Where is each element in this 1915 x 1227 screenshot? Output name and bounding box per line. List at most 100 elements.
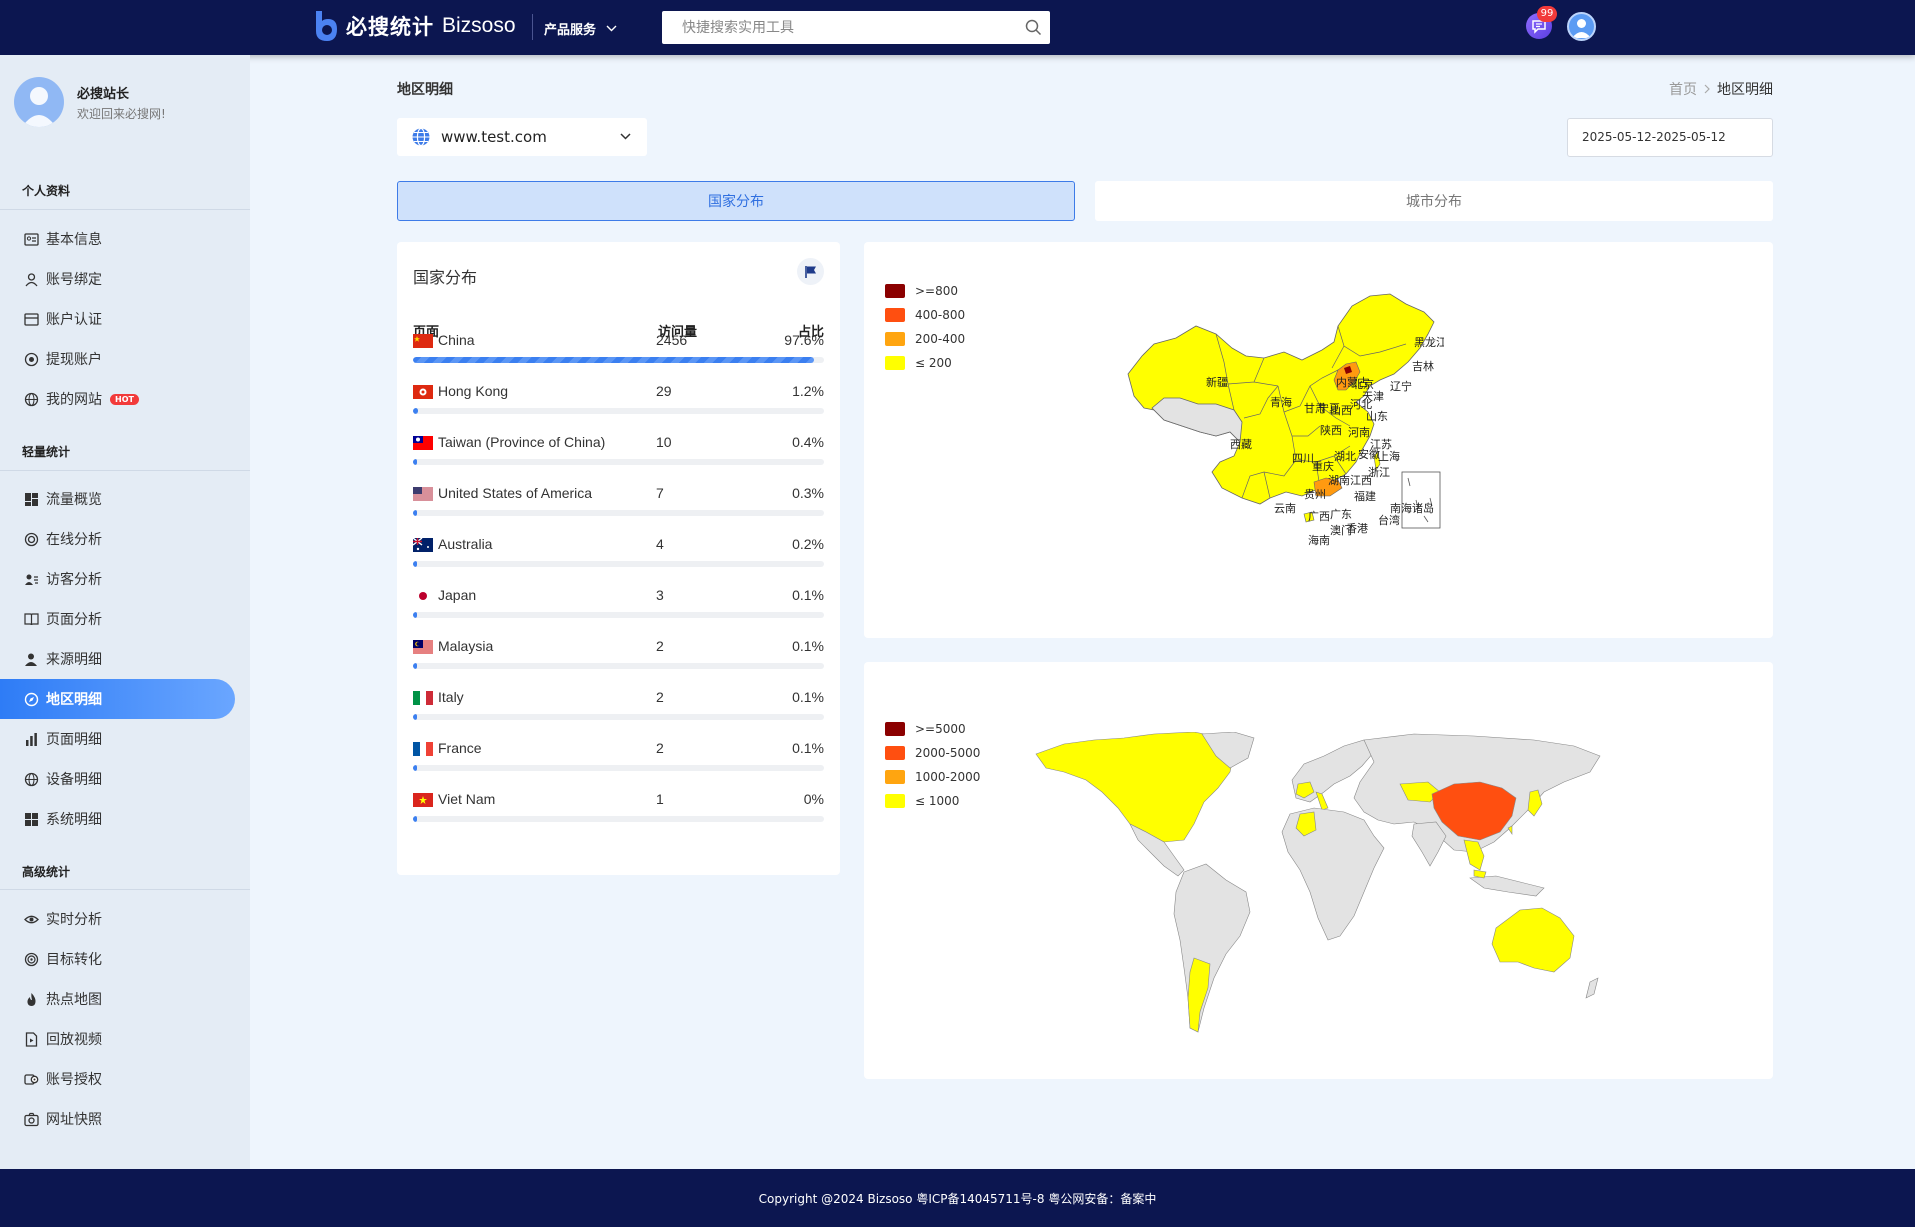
sidebar-item-account-authorization[interactable]: 账号授权	[0, 1059, 235, 1099]
visit-percent: 0%	[803, 791, 824, 807]
chevron-down-icon	[606, 25, 617, 31]
china-map-legend: >=800 400-800 200-400 ≤ 200	[885, 279, 965, 375]
flag-button[interactable]	[797, 258, 824, 285]
table-row[interactable]: Australia 4 0.2%	[413, 536, 824, 587]
sidebar-item-my-website[interactable]: 我的网站 HOT	[0, 379, 235, 419]
sidebar-item-basic-info[interactable]: 基本信息	[0, 219, 235, 259]
search-icon[interactable]	[1025, 19, 1042, 36]
province-label: 福建	[1354, 489, 1376, 503]
sidebar-item-goal-conversion[interactable]: 目标转化	[0, 939, 235, 979]
australia-shape[interactable]	[1491, 907, 1575, 973]
page-title: 地区明细	[397, 82, 453, 98]
malaysia-shape[interactable]	[1473, 869, 1487, 879]
sidebar-item-source-detail[interactable]: 来源明细	[0, 639, 235, 679]
new-zealand-shape[interactable]	[1585, 977, 1599, 999]
india-shape[interactable]	[1411, 821, 1447, 867]
brand-name-cn: 必搜统计	[346, 15, 434, 39]
sidebar-item-page-analysis[interactable]: 页面分析	[0, 599, 235, 639]
sidebar-item-account-binding[interactable]: 账号绑定	[0, 259, 235, 299]
china-map-card: >=800 400-800 200-400 ≤ 200 新疆 西藏 青海 甘肃 …	[864, 242, 1773, 638]
sidebar-item-verification[interactable]: 账户认证	[0, 299, 235, 339]
table-row[interactable]: Taiwan (Province of China) 10 0.4%	[413, 434, 824, 485]
sidebar-item-label: 提现账户	[46, 352, 102, 368]
tab-country-distribution[interactable]: 国家分布	[397, 181, 1075, 221]
visit-percent: 0.1%	[792, 587, 824, 603]
sidebar-item-region-detail[interactable]: 地区明细	[0, 679, 235, 719]
globe-icon	[24, 392, 39, 406]
brand-logo[interactable]: 必搜统计 Bizsoso	[312, 8, 516, 44]
user-icon	[25, 272, 38, 286]
user-avatar[interactable]	[1567, 12, 1596, 41]
sidebar: 必搜站长 欢迎回来必搜网! 个人资料 基本信息 账号绑定 账户认证 提现账户 我…	[0, 55, 250, 1169]
sidebar-item-label: 实时分析	[46, 912, 102, 928]
table-row[interactable]: Hong Kong 29 1.2%	[413, 383, 824, 434]
south-america-shape[interactable]	[1173, 863, 1251, 1033]
province-label: 河南	[1348, 426, 1370, 439]
card-icon	[24, 312, 39, 326]
key-icon	[24, 1073, 39, 1085]
globe-icon	[24, 772, 39, 786]
search-input[interactable]	[662, 11, 1002, 44]
date-range-picker[interactable]: 2025-05-12-2025-05-12	[1567, 118, 1773, 157]
legend-swatch	[885, 746, 905, 760]
sidebar-item-visitor-analysis[interactable]: 访客分析	[0, 559, 235, 599]
top-navbar: 必搜统计 Bizsoso 产品服务 99	[0, 0, 1915, 55]
legend-item[interactable]: >=5000	[885, 717, 980, 741]
province-label: 重庆	[1312, 459, 1334, 473]
province-label: 南海诸岛	[1390, 501, 1434, 515]
table-row[interactable]: China 2456 97.6%	[413, 332, 824, 383]
sidebar-item-heatmap[interactable]: 热点地图	[0, 979, 235, 1019]
table-row[interactable]: Malaysia 2 0.1%	[413, 638, 824, 689]
table-row[interactable]: Viet Nam 1 0%	[413, 791, 824, 842]
tab-city-distribution[interactable]: 城市分布	[1095, 181, 1773, 221]
chevron-right-icon	[1704, 84, 1710, 94]
avatar-person-icon	[1572, 19, 1591, 38]
sidebar-item-page-detail[interactable]: 页面明细	[0, 719, 235, 759]
country-name: France	[438, 740, 482, 756]
table-row[interactable]: France 2 0.1%	[413, 740, 824, 791]
profile-avatar[interactable]	[14, 77, 64, 127]
legend-item[interactable]: 400-800	[885, 303, 965, 327]
indonesia-shape[interactable]	[1469, 875, 1545, 897]
china-map[interactable]: 新疆 西藏 青海 甘肃 内蒙古 黑龙江 吉林 辽宁 北京 天津 河北 山西 宁夏…	[1124, 286, 1444, 546]
country-name: Malaysia	[438, 638, 494, 654]
legend-label: >=800	[915, 284, 959, 298]
province-label: 湖南	[1328, 474, 1350, 487]
progress-track	[413, 357, 824, 363]
visit-percent: 0.4%	[792, 434, 824, 450]
world-map[interactable]	[1034, 732, 1604, 1042]
sidebar-item-online-analysis[interactable]: 在线分析	[0, 519, 235, 559]
province-label: 山东	[1366, 410, 1388, 423]
sidebar-item-system-detail[interactable]: 系统明细	[0, 799, 235, 839]
legend-item[interactable]: ≤ 1000	[885, 789, 980, 813]
sidebar-item-realtime[interactable]: 实时分析	[0, 899, 235, 939]
dashboard-icon	[25, 492, 38, 506]
breadcrumb-current: 地区明细	[1717, 82, 1773, 98]
legend-item[interactable]: >=800	[885, 279, 965, 303]
table-row[interactable]: Japan 3 0.1%	[413, 587, 824, 638]
product-services-menu[interactable]: 产品服务	[544, 17, 617, 39]
north-america-shape[interactable]	[1035, 732, 1235, 843]
cn-flag-icon	[413, 334, 433, 348]
section-divider	[0, 209, 250, 210]
target-icon	[24, 952, 39, 966]
sidebar-item-traffic-overview[interactable]: 流量概览	[0, 479, 235, 519]
legend-item[interactable]: 200-400	[885, 327, 965, 351]
legend-item[interactable]: ≤ 200	[885, 351, 965, 375]
sidebar-item-replay-video[interactable]: 回放视频	[0, 1019, 235, 1059]
us-flag-icon	[413, 487, 433, 501]
sidebar-item-withdraw-account[interactable]: 提现账户	[0, 339, 235, 379]
italy-shape[interactable]	[1315, 791, 1329, 811]
table-row[interactable]: United States of America 7 0.3%	[413, 485, 824, 536]
hk-flag-icon	[413, 385, 433, 399]
progress-fill	[413, 816, 417, 822]
site-select-dropdown[interactable]: www.test.com	[397, 118, 647, 156]
south-china-sea-inset[interactable]	[1401, 471, 1441, 529]
breadcrumb-home-link[interactable]: 首页	[1669, 79, 1697, 99]
legend-item[interactable]: 2000-5000	[885, 741, 980, 765]
table-row[interactable]: Italy 2 0.1%	[413, 689, 824, 740]
hot-badge: HOT	[110, 393, 139, 405]
sidebar-item-device-detail[interactable]: 设备明细	[0, 759, 235, 799]
legend-item[interactable]: 1000-2000	[885, 765, 980, 789]
sidebar-item-url-snapshot[interactable]: 网址快照	[0, 1099, 235, 1139]
